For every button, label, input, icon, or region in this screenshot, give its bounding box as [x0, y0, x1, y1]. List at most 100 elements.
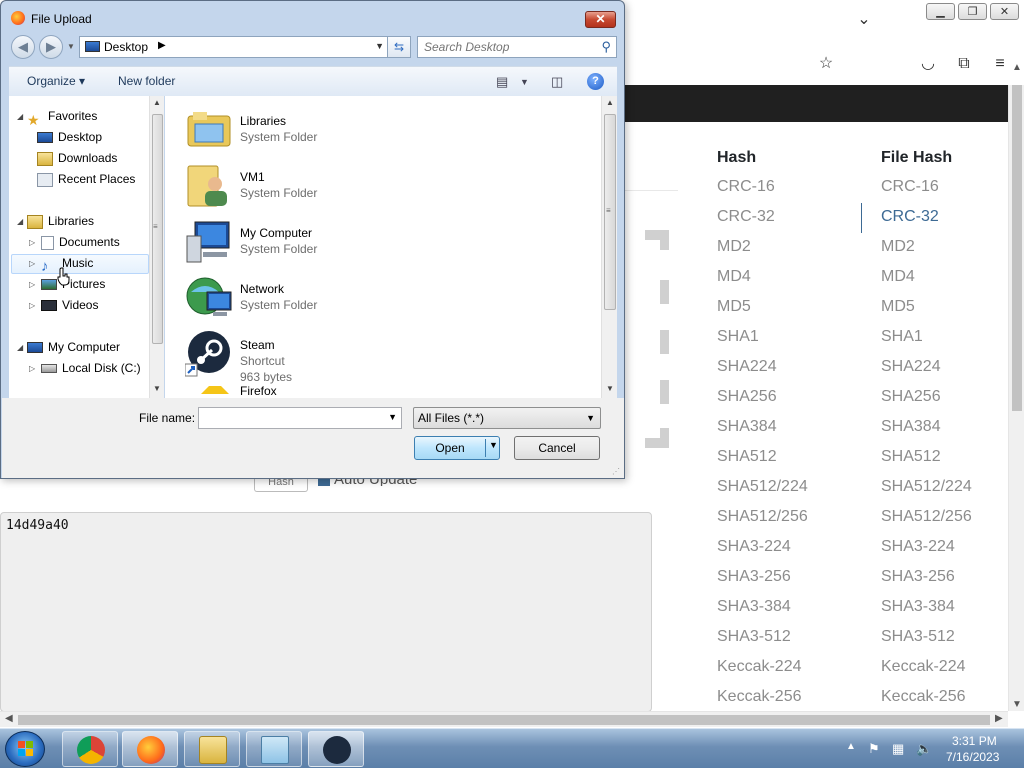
forward-button[interactable]: ▶	[39, 35, 63, 59]
expand-pictures-icon[interactable]: ▷	[29, 280, 35, 289]
hash-button[interactable]: Hash	[254, 478, 308, 492]
hash-item[interactable]: Keccak-224	[717, 652, 808, 682]
expand-music-icon[interactable]: ▷	[29, 259, 35, 268]
volume-muted-icon[interactable]: 🔈	[916, 741, 932, 757]
dialog-close-button[interactable]: ✕	[585, 11, 616, 28]
cancel-button[interactable]: Cancel	[514, 436, 600, 460]
extensions-icon[interactable]: ⧉	[953, 54, 975, 74]
hash-item[interactable]: CRC-32	[717, 202, 808, 232]
tree-item-desktop[interactable]: Desktop	[37, 127, 102, 147]
hash-item[interactable]: SHA1	[717, 322, 808, 352]
file-hash-item[interactable]: CRC-16	[881, 172, 972, 202]
help-icon[interactable]: ?	[587, 73, 604, 90]
taskbar-explorer[interactable]	[184, 731, 240, 767]
scroll-right-icon[interactable]: ▶	[995, 713, 1003, 724]
hash-item[interactable]: SHA3-512	[717, 622, 808, 652]
browser-close-button[interactable]: ✕	[990, 3, 1019, 20]
scroll-left-icon[interactable]: ◀	[5, 713, 13, 724]
tree-item-favorites[interactable]: ★ Favorites	[27, 106, 97, 128]
tree-item-pictures[interactable]: Pictures	[41, 274, 105, 294]
title-bar[interactable]: File Upload ✕	[1, 1, 624, 33]
hash-item[interactable]: SHA3-224	[717, 532, 808, 562]
file-hash-item[interactable]: SHA3-256	[881, 562, 972, 592]
change-view-icon[interactable]: ▤	[496, 74, 508, 90]
new-folder-button[interactable]: New folder	[118, 74, 175, 88]
scroll-up-icon[interactable]: ▲	[606, 98, 614, 107]
file-name-dropdown-icon[interactable]: ▼	[388, 412, 397, 422]
hash-item[interactable]: SHA3-384	[717, 592, 808, 622]
file-hash-item[interactable]: SHA512/224	[881, 472, 972, 502]
expand-favorites-icon[interactable]: ◢	[17, 112, 23, 121]
breadcrumb-arrow-icon[interactable]: ▶	[158, 40, 166, 51]
clock-time[interactable]: 3:31 PM	[952, 734, 997, 748]
search-icon[interactable]: ⚲	[601, 39, 611, 55]
auto-update-checkbox[interactable]: Auto Update	[318, 478, 428, 486]
tree-item-libraries[interactable]: Libraries	[27, 211, 94, 231]
minimize-button[interactable]: ▁	[926, 3, 955, 20]
output-textarea[interactable]: 14d49a40	[0, 512, 652, 712]
file-hash-item[interactable]: SHA3-512	[881, 622, 972, 652]
organize-button[interactable]: Organize ▾	[27, 74, 85, 88]
bookmark-star-icon[interactable]: ☆	[815, 54, 837, 74]
file-hash-item[interactable]: MD5	[881, 292, 972, 322]
back-button[interactable]: ◀	[11, 35, 35, 59]
file-hash-item[interactable]: SHA3-224	[881, 532, 972, 562]
scroll-down-icon[interactable]: ▼	[1012, 699, 1022, 710]
taskbar-chrome[interactable]	[62, 731, 118, 767]
network-icon[interactable]: ▦	[892, 741, 904, 757]
tree-item-downloads[interactable]: Downloads	[37, 148, 117, 168]
scroll-up-icon[interactable]: ▲	[1012, 62, 1022, 73]
file-hash-item[interactable]: MD4	[881, 262, 972, 292]
file-list-scrollbar[interactable]: ▲ ≡ ▼	[601, 96, 617, 398]
preview-pane-icon[interactable]: ◫	[551, 74, 563, 90]
hash-item[interactable]: SHA3-256	[717, 562, 808, 592]
file-hash-item[interactable]: SHA256	[881, 382, 972, 412]
file-type-select[interactable]: All Files (*.*) ▼	[413, 407, 601, 429]
search-input[interactable]	[422, 39, 592, 55]
scroll-down-icon[interactable]: ▼	[153, 384, 161, 393]
start-button[interactable]	[5, 731, 45, 767]
hash-item[interactable]: Keccak-256	[717, 682, 808, 712]
file-hash-item[interactable]: SHA384	[881, 412, 972, 442]
file-name-input[interactable]: ▼	[198, 407, 402, 429]
vertical-scrollbar[interactable]	[1008, 85, 1024, 711]
hash-item[interactable]: SHA384	[717, 412, 808, 442]
expand-videos-icon[interactable]: ▷	[29, 301, 35, 310]
open-button[interactable]: Open ▼	[414, 436, 500, 460]
horizontal-scrollbar[interactable]	[0, 711, 1008, 727]
hash-item[interactable]: MD5	[717, 292, 808, 322]
file-hash-item[interactable]: CRC-32	[881, 202, 972, 232]
tree-item-my-computer[interactable]: My Computer	[27, 337, 120, 357]
hash-item[interactable]: SHA512/224	[717, 472, 808, 502]
tree-item-local-disk[interactable]: Local Disk (C:)	[41, 358, 141, 378]
file-hash-item[interactable]: MD2	[881, 232, 972, 262]
file-hash-item[interactable]: SHA512/256	[881, 502, 972, 532]
expand-documents-icon[interactable]: ▷	[29, 238, 35, 247]
action-center-icon[interactable]: ⚑	[868, 741, 880, 757]
maximize-button[interactable]: ❐	[958, 3, 987, 20]
resize-grip-icon[interactable]: ⋰	[612, 467, 620, 476]
address-bar[interactable]: Desktop ▶ ▼	[79, 36, 389, 58]
hash-item[interactable]: MD4	[717, 262, 808, 292]
tab-list-chevron-icon[interactable]: ⌄	[853, 10, 875, 30]
expand-my-computer-icon[interactable]: ◢	[17, 343, 23, 352]
hash-item[interactable]: SHA512	[717, 442, 808, 472]
address-dropdown-icon[interactable]: ▼	[375, 41, 384, 51]
taskbar-firefox[interactable]	[122, 731, 178, 767]
hash-item[interactable]: SHA256	[717, 382, 808, 412]
refresh-button[interactable]: ⇆	[387, 36, 411, 58]
file-hash-item[interactable]: SHA1	[881, 322, 972, 352]
show-hidden-icons-icon[interactable]: ▲	[846, 741, 856, 752]
clock-date[interactable]: 7/16/2023	[946, 750, 999, 764]
search-box[interactable]: ⚲	[417, 36, 617, 58]
scroll-down-icon[interactable]: ▼	[606, 384, 614, 393]
taskbar-notepad[interactable]	[246, 731, 302, 767]
expand-local-disk-icon[interactable]: ▷	[29, 364, 35, 373]
recent-pages-chevron-icon[interactable]: ▼	[67, 42, 75, 51]
scroll-up-icon[interactable]: ▲	[153, 98, 161, 107]
hash-item[interactable]: SHA512/256	[717, 502, 808, 532]
taskbar-steam[interactable]	[308, 731, 364, 767]
file-hash-item[interactable]: SHA3-384	[881, 592, 972, 622]
hash-item[interactable]: MD2	[717, 232, 808, 262]
file-hash-item[interactable]: Keccak-224	[881, 652, 972, 682]
